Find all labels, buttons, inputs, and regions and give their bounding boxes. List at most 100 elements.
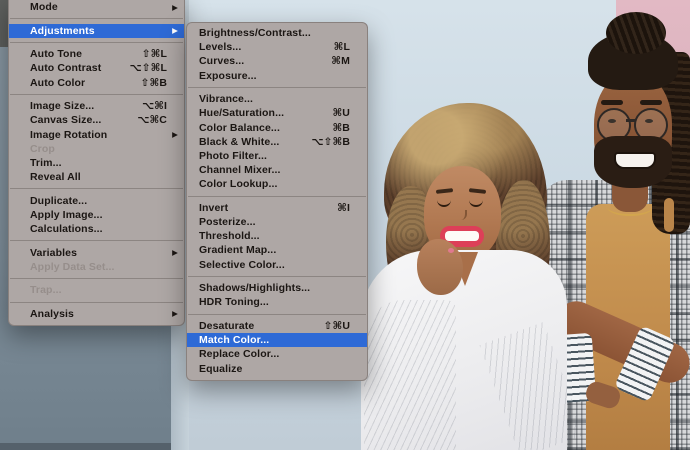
man-glasses-bridge bbox=[626, 119, 636, 122]
menu-item-label: Auto Contrast bbox=[30, 62, 102, 75]
menu-separator bbox=[10, 93, 183, 95]
menu-separator bbox=[10, 240, 183, 242]
menu-separator bbox=[10, 18, 183, 20]
submenu-arrow-icon: ▶ bbox=[172, 248, 178, 258]
submenu-arrow-icon: ▶ bbox=[172, 2, 178, 12]
menu-item-shortcut: ⇧⌘U bbox=[323, 319, 350, 332]
menu-item-duplicate[interactable]: Duplicate... ▶ bbox=[9, 194, 184, 208]
menu-item-levels[interactable]: Levels... ⌘L ▶ bbox=[187, 40, 367, 54]
menu-item-hdr-toning[interactable]: HDR Toning... ▶ bbox=[187, 295, 367, 309]
menu-item-match-color[interactable]: Match Color... ▶ bbox=[187, 333, 367, 348]
menu-item-variables[interactable]: Variables ▶ bbox=[9, 246, 184, 260]
menu-item-shortcut: ⌥⌘I bbox=[141, 100, 167, 113]
menu-item-label: Auto Color bbox=[30, 76, 86, 89]
menu-item-color-lookup[interactable]: Color Lookup... ▶ bbox=[187, 177, 367, 191]
menu-item-label: Selective Color... bbox=[199, 258, 285, 271]
menu-item-auto-tone[interactable]: Auto Tone ⇧⌘L ▶ bbox=[9, 47, 184, 61]
menu-item-label: Exposure... bbox=[199, 69, 257, 82]
menu-item-label: Vibrance... bbox=[199, 93, 254, 106]
menu-item-label: Analysis bbox=[30, 307, 74, 320]
menu-item-selective-color[interactable]: Selective Color... ▶ bbox=[187, 258, 367, 272]
man-smile bbox=[614, 152, 656, 169]
menu-item-shortcut: ⌥⇧⌘L bbox=[129, 62, 167, 75]
menu-item-label: Gradient Map... bbox=[199, 244, 277, 257]
menu-item-label: Levels... bbox=[199, 41, 242, 54]
menu-item-label: Equalize bbox=[199, 362, 243, 375]
menu-item-apply-image[interactable]: Apply Image... ▶ bbox=[9, 208, 184, 222]
menu-item-label: Threshold... bbox=[199, 230, 260, 243]
menu-item-label: Color Lookup... bbox=[199, 178, 278, 191]
menu-item-curves[interactable]: Curves... ⌘M ▶ bbox=[187, 54, 367, 68]
photoshop-canvas: Mode ▶ Adjustments ▶ Auto Tone ⇧⌘L ▶ Aut… bbox=[0, 0, 690, 450]
menu-separator bbox=[188, 86, 366, 88]
menu-item-auto-color[interactable]: Auto Color ⇧⌘B ▶ bbox=[9, 76, 184, 90]
menu-item-hue-saturation[interactable]: Hue/Saturation... ⌘U ▶ bbox=[187, 106, 367, 120]
menu-item-shortcut: ⇧⌘B bbox=[140, 76, 167, 89]
menu-item-label: Adjustments bbox=[30, 24, 95, 37]
menu-item-label: Canvas Size... bbox=[30, 114, 102, 127]
menu-item-label: Apply Data Set... bbox=[30, 260, 115, 273]
menu-item-equalize[interactable]: Equalize ▶ bbox=[187, 361, 367, 375]
menu-item-label: Photo Filter... bbox=[199, 149, 268, 162]
menu-separator bbox=[10, 188, 183, 190]
menu-separator bbox=[188, 275, 366, 277]
menu-item-mode[interactable]: Mode ▶ bbox=[9, 0, 184, 14]
man-hair-bun bbox=[606, 12, 666, 54]
man-dreadlock-gold-tip bbox=[664, 198, 674, 232]
menu-item-shortcut: ⌥⌘C bbox=[137, 114, 167, 127]
menu-item-label: Replace Color... bbox=[199, 348, 280, 361]
menu-item-label: Shadows/Highlights... bbox=[199, 282, 311, 295]
menu-item-label: Black & White... bbox=[199, 135, 280, 148]
menu-item-invert[interactable]: Invert ⌘I ▶ bbox=[187, 201, 367, 215]
menu-item-channel-mixer[interactable]: Channel Mixer... ▶ bbox=[187, 163, 367, 177]
menu-item-label: Invert bbox=[199, 201, 229, 214]
menu-item-threshold[interactable]: Threshold... ▶ bbox=[187, 229, 367, 243]
menu-item-image-rotation[interactable]: Image Rotation ▶ bbox=[9, 127, 184, 141]
menu-item-posterize[interactable]: Posterize... ▶ bbox=[187, 215, 367, 229]
menu-item-label: Mode bbox=[30, 1, 58, 14]
menu-item-shortcut: ⌘L bbox=[333, 41, 350, 54]
menu-item-calculations[interactable]: Calculations... ▶ bbox=[9, 222, 184, 236]
menu-item-replace-color[interactable]: Replace Color... ▶ bbox=[187, 347, 367, 361]
menu-item-shortcut: ⇧⌘L bbox=[141, 48, 167, 61]
menu-item-analysis[interactable]: Analysis ▶ bbox=[9, 307, 184, 321]
menu-item-brightness-contrast[interactable]: Brightness/Contrast... ▶ bbox=[187, 26, 367, 40]
menu-separator bbox=[188, 195, 366, 197]
menu-item-shortcut: ⌘M bbox=[331, 55, 350, 68]
menu-item-crop: Crop ▶ bbox=[9, 142, 184, 156]
menu-item-reveal-all[interactable]: Reveal All ▶ bbox=[9, 170, 184, 184]
menu-item-trim[interactable]: Trim... ▶ bbox=[9, 156, 184, 170]
menu-item-gradient-map[interactable]: Gradient Map... ▶ bbox=[187, 243, 367, 257]
menu-item-label: Reveal All bbox=[30, 171, 81, 184]
menu-item-desaturate[interactable]: Desaturate ⇧⌘U ▶ bbox=[187, 319, 367, 333]
menu-item-auto-contrast[interactable]: Auto Contrast ⌥⇧⌘L ▶ bbox=[9, 61, 184, 75]
woman-hand-fist bbox=[417, 239, 463, 295]
menu-item-shadows-highlights[interactable]: Shadows/Highlights... ▶ bbox=[187, 281, 367, 295]
menu-item-exposure[interactable]: Exposure... ▶ bbox=[187, 69, 367, 83]
photo-floor-shadow bbox=[0, 443, 171, 450]
woman-blouse-pleats-left bbox=[364, 300, 456, 450]
menu-item-trap: Trap... ▶ bbox=[9, 283, 184, 297]
menu-item-shortcut: ⌘I bbox=[337, 201, 350, 214]
menu-item-adjustments[interactable]: Adjustments ▶ bbox=[9, 23, 184, 38]
menu-item-label: Hue/Saturation... bbox=[199, 107, 285, 120]
menu-item-photo-filter[interactable]: Photo Filter... ▶ bbox=[187, 149, 367, 163]
menu-item-vibrance[interactable]: Vibrance... ▶ bbox=[187, 92, 367, 106]
man-eyebrow-right bbox=[640, 100, 662, 105]
menu-separator bbox=[10, 278, 183, 280]
menu-item-label: Channel Mixer... bbox=[199, 164, 281, 177]
menu-item-label: Brightness/Contrast... bbox=[199, 27, 311, 40]
submenu-arrow-icon: ▶ bbox=[172, 130, 178, 140]
menu-item-canvas-size[interactable]: Canvas Size... ⌥⌘C ▶ bbox=[9, 113, 184, 127]
menu-item-label: Desaturate bbox=[199, 319, 255, 332]
menu-item-image-size[interactable]: Image Size... ⌥⌘I ▶ bbox=[9, 99, 184, 113]
menu-item-label: Crop bbox=[30, 142, 55, 155]
menu-item-label: Image Size... bbox=[30, 100, 95, 113]
submenu-arrow-icon: ▶ bbox=[172, 309, 178, 319]
menu-item-color-balance[interactable]: Color Balance... ⌘B ▶ bbox=[187, 121, 367, 135]
menu-item-shortcut: ⌥⇧⌘B bbox=[311, 135, 350, 148]
woman-nail-polish bbox=[448, 248, 454, 253]
menu-item-label: Calculations... bbox=[30, 223, 103, 236]
image-menu-panel: Mode ▶ Adjustments ▶ Auto Tone ⇧⌘L ▶ Aut… bbox=[8, 0, 185, 326]
menu-item-black-white[interactable]: Black & White... ⌥⇧⌘B ▶ bbox=[187, 135, 367, 149]
